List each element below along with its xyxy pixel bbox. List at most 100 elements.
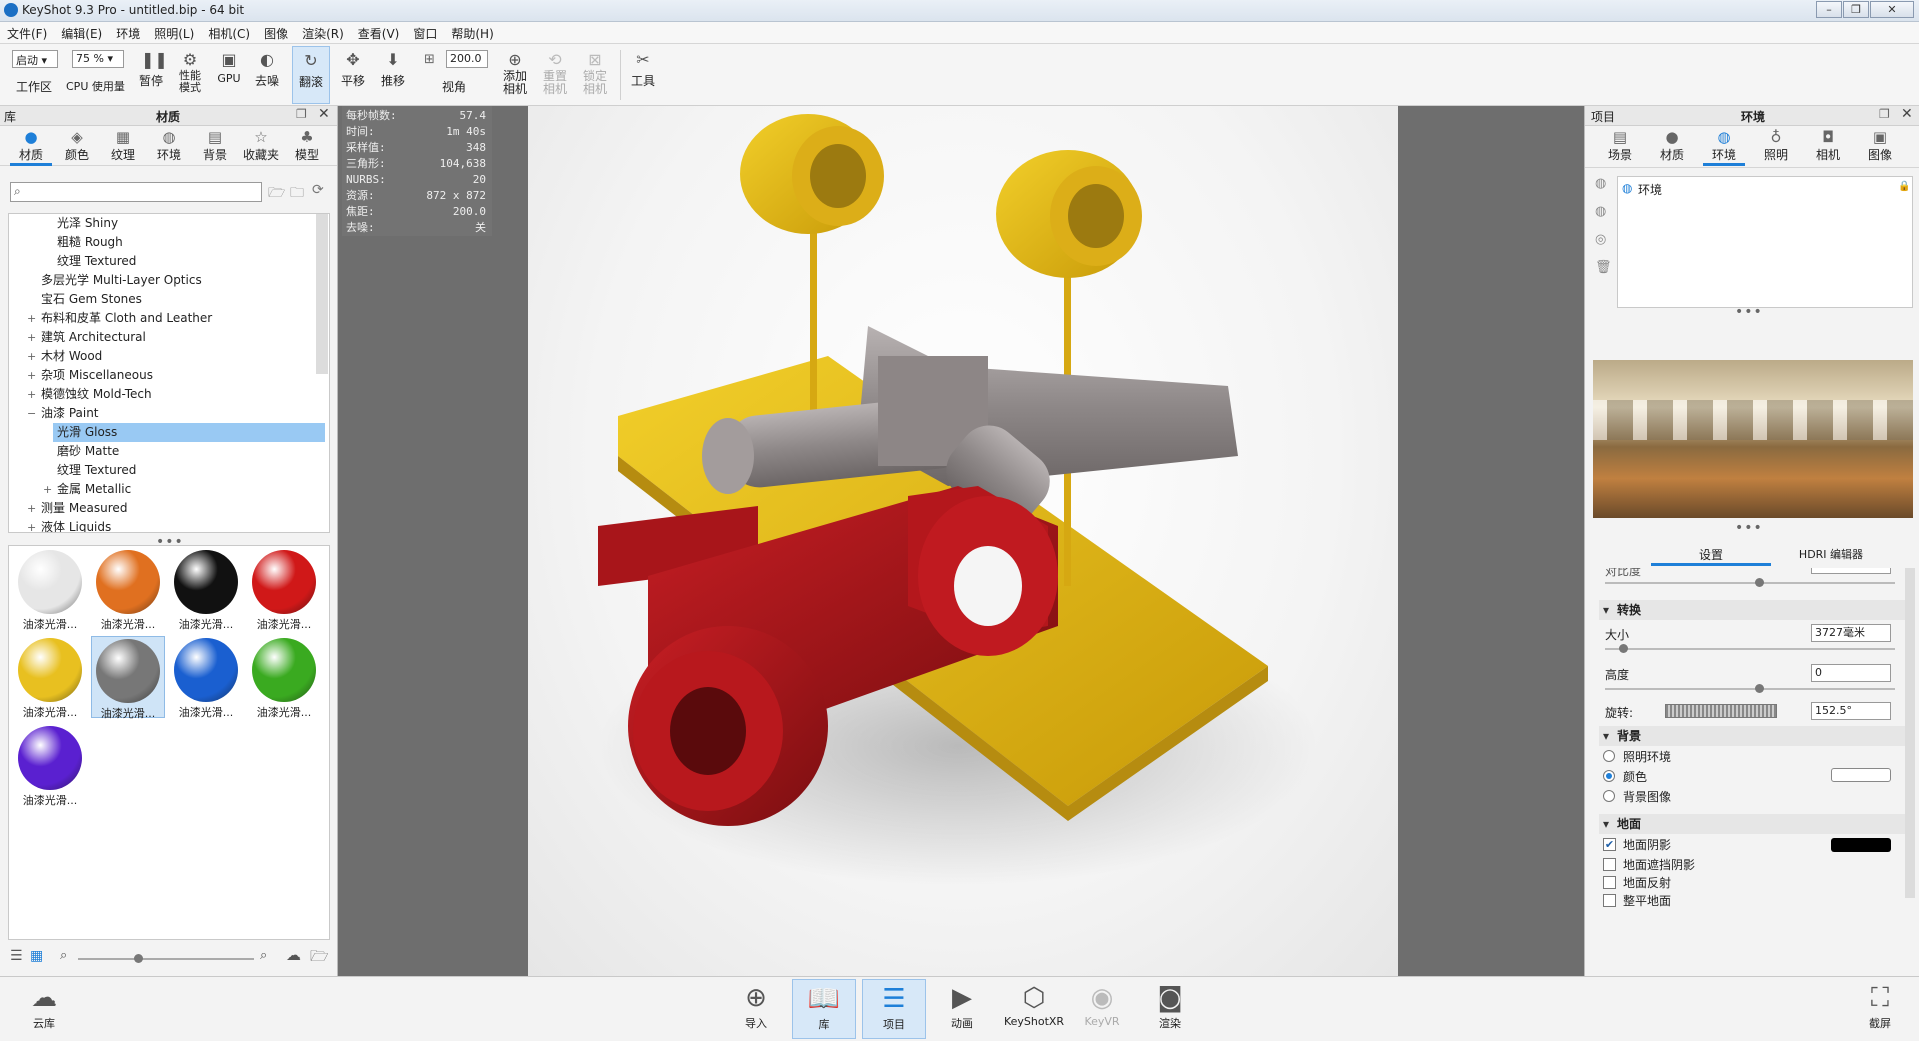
folder-add-icon[interactable]: 🗀 xyxy=(290,182,304,206)
expand-toggle-icon[interactable]: + xyxy=(43,480,53,499)
tree-item[interactable]: 纹理 Textured xyxy=(9,461,319,480)
rotation-input[interactable]: 152.5° xyxy=(1811,702,1891,720)
float-panel-icon[interactable]: ❐ xyxy=(1879,107,1890,121)
tree-item[interactable]: + 测量 Measured xyxy=(9,499,319,518)
render-canvas[interactable] xyxy=(528,106,1398,976)
dolly-button[interactable]: ⬇ 推移 xyxy=(376,46,410,104)
rotation-dial[interactable] xyxy=(1665,704,1777,718)
material-thumbnail[interactable]: 油漆光滑... xyxy=(13,548,87,631)
library-search-input[interactable]: ⌕ xyxy=(10,182,262,202)
tree-item[interactable]: + 杂项 Miscellaneous xyxy=(9,366,319,385)
menu-lighting[interactable]: 照明(L) xyxy=(147,22,201,45)
subtab-hdri-editor[interactable]: HDRI 编辑器 xyxy=(1771,546,1891,566)
add-environment-icon[interactable]: ◍ xyxy=(1595,176,1606,191)
tab-models[interactable]: ♣ 模型 xyxy=(286,128,328,163)
tab-colors[interactable]: ◈ 颜色 xyxy=(56,128,98,163)
list-view-icon[interactable]: ☰ xyxy=(10,948,23,964)
zoom-in-icon[interactable]: ⌕ xyxy=(260,948,267,963)
copy-environment-icon[interactable]: ◎ xyxy=(1595,232,1606,247)
tree-item[interactable]: + 建筑 Architectural xyxy=(9,328,319,347)
tab-materials[interactable]: ● 材质 xyxy=(10,128,52,166)
ground-reflection-checkbox[interactable] xyxy=(1603,876,1616,889)
ground-occlusion-checkbox[interactable] xyxy=(1603,858,1616,871)
workspace-select[interactable]: 启动 ▾ xyxy=(12,50,58,68)
menu-image[interactable]: 图像 xyxy=(257,22,295,45)
folder-open-icon[interactable]: 🗁 xyxy=(310,946,329,971)
lock-camera-button[interactable]: ⊠ 锁定 相机 xyxy=(578,46,612,104)
tree-item[interactable]: 粗糙 Rough xyxy=(9,233,319,252)
radio-background-image[interactable] xyxy=(1603,790,1615,802)
duplicate-environment-icon[interactable]: ◍ xyxy=(1595,204,1606,219)
tab-environments[interactable]: ◍ 环境 xyxy=(148,128,190,163)
tree-item[interactable]: + 木材 Wood xyxy=(9,347,319,366)
tab-textures[interactable]: ▦ 纹理 xyxy=(102,128,144,163)
import-button[interactable]: ⊕ 导入 xyxy=(724,979,788,1039)
delete-icon[interactable]: 🗑 xyxy=(1595,260,1612,275)
project-button[interactable]: ☰ 项目 xyxy=(862,979,926,1039)
radio-lighting-environment[interactable] xyxy=(1603,750,1615,762)
tab-image[interactable]: ▣ 图像 xyxy=(1859,128,1901,163)
tree-item[interactable]: 光滑 Gloss xyxy=(53,423,325,442)
cpu-usage-select[interactable]: 75 % ▾ xyxy=(72,50,124,68)
pan-button[interactable]: ✥ 平移 xyxy=(336,46,370,104)
screenshot-button[interactable]: ⛶ 截屏 xyxy=(1848,979,1912,1039)
tree-item[interactable]: 宝石 Gem Stones xyxy=(9,290,319,309)
tree-item[interactable]: + 模德蚀纹 Mold-Tech xyxy=(9,385,319,404)
environment-list-item[interactable]: 环境 xyxy=(1638,181,1662,198)
expand-toggle-icon[interactable]: + xyxy=(27,385,37,404)
tree-item[interactable]: 纹理 Textured xyxy=(9,252,319,271)
render-button[interactable]: ◙ 渲染 xyxy=(1138,979,1202,1039)
size-slider[interactable] xyxy=(1605,644,1895,653)
keyshotxr-button[interactable]: ⬡ KeyShotXR xyxy=(1000,979,1068,1039)
close-button[interactable]: ✕ xyxy=(1870,1,1914,18)
tab-scene[interactable]: ▤ 场景 xyxy=(1599,128,1641,163)
background-color-swatch[interactable] xyxy=(1831,768,1891,782)
size-input[interactable]: 3727毫米 xyxy=(1811,624,1891,642)
denoise-button[interactable]: ◐ 去噪 xyxy=(250,46,284,104)
folder-icon[interactable]: 🗁 xyxy=(268,182,285,206)
menu-help[interactable]: 帮助(H) xyxy=(444,22,500,45)
upload-cloud-icon[interactable]: ☁ xyxy=(286,946,301,964)
subtab-settings[interactable]: 设置 xyxy=(1651,546,1771,566)
material-thumbnail[interactable]: 油漆光滑... xyxy=(247,636,321,719)
background-section[interactable]: 背景 xyxy=(1599,726,1909,746)
menu-view[interactable]: 查看(V) xyxy=(351,22,407,45)
contrast-input[interactable] xyxy=(1811,568,1891,574)
float-panel-icon[interactable]: ❐ xyxy=(296,107,307,121)
close-panel-icon[interactable]: ✕ xyxy=(1901,106,1913,122)
tab-camera[interactable]: ◘ 相机 xyxy=(1807,128,1849,163)
ground-section[interactable]: 地面 xyxy=(1599,814,1909,834)
close-panel-icon[interactable]: ✕ xyxy=(318,106,330,122)
expand-toggle-icon[interactable]: + xyxy=(27,347,37,366)
splitter-handle-icon[interactable]: ••• xyxy=(1735,304,1763,320)
library-button[interactable]: 📖 库 xyxy=(792,979,856,1039)
settings-scrollbar[interactable] xyxy=(1905,568,1915,898)
height-input[interactable]: 0 xyxy=(1811,664,1891,682)
menu-window[interactable]: 窗口 xyxy=(406,22,444,45)
ground-shadow-checkbox[interactable]: ✔ xyxy=(1603,838,1616,851)
tree-item[interactable]: + 布料和皮革 Cloth and Leather xyxy=(9,309,319,328)
tab-material[interactable]: ● 材质 xyxy=(1651,128,1693,163)
add-camera-button[interactable]: ⊕ 添加 相机 xyxy=(498,46,532,104)
material-thumbnail[interactable]: 油漆光滑... xyxy=(91,636,165,720)
reset-camera-button[interactable]: ⟲ 重置 相机 xyxy=(538,46,572,104)
expand-toggle-icon[interactable]: − xyxy=(27,404,37,423)
material-thumbnail[interactable]: 油漆光滑... xyxy=(169,548,243,631)
expand-toggle-icon[interactable]: + xyxy=(27,309,37,328)
tab-lighting[interactable]: ♁ 照明 xyxy=(1755,128,1797,163)
menu-render[interactable]: 渲染(R) xyxy=(295,22,351,45)
tab-favorites[interactable]: ☆ 收藏夹 xyxy=(240,128,282,163)
tree-item[interactable]: − 油漆 Paint xyxy=(9,404,319,423)
height-slider[interactable] xyxy=(1605,684,1895,693)
expand-toggle-icon[interactable]: + xyxy=(27,366,37,385)
minimize-button[interactable]: – xyxy=(1816,1,1842,18)
lock-icon[interactable]: 🔒 xyxy=(1898,181,1910,192)
expand-toggle-icon[interactable]: + xyxy=(27,328,37,347)
radio-color[interactable] xyxy=(1603,770,1615,782)
flatten-ground-checkbox[interactable] xyxy=(1603,894,1616,907)
maximize-button[interactable]: ❐ xyxy=(1843,1,1869,18)
tab-environment[interactable]: ◍ 环境 xyxy=(1703,128,1745,166)
tree-item[interactable]: 光泽 Shiny xyxy=(9,214,319,233)
tree-item[interactable]: + 液体 Liquids xyxy=(9,518,319,532)
tools-button[interactable]: ✂ 工具 xyxy=(626,46,660,104)
